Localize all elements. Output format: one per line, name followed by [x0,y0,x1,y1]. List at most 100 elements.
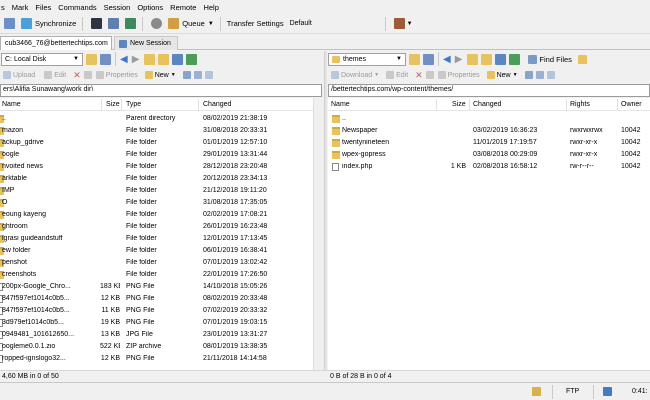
filter-icon[interactable] [423,53,434,65]
invert-selection-icon[interactable] [535,71,544,79]
file-row[interactable]: creenshots File folder 22/01/2019 17:26:50 [0,270,313,281]
column-owner[interactable]: Owner [621,101,642,108]
transfer-settings-select[interactable]: Default [287,17,381,30]
right-path[interactable]: /bettertechtips.com/wp-content/themes/ [328,84,650,97]
forward-arrow-icon[interactable]: ▶ [455,54,463,65]
file-row[interactable]: arktable File folder 20/12/2018 23:34:13 [0,174,313,185]
file-row[interactable]: ropped-ignslogo32... 12 KB PNG File 21/11/2… [0,354,313,365]
column-rights[interactable]: Rights [570,101,590,108]
file-row[interactable]: 3d979ef1014c0b5... 19 KB PNG File 07/01/201… [0,318,313,329]
properties-button[interactable]: Properties [437,71,480,79]
file-size: 12 KB [100,355,120,362]
filter-selection-icon[interactable] [204,71,213,79]
file-row[interactable]: IMP File folder 21/12/2018 19:11:20 [0,186,313,197]
file-row[interactable]: nvoited news File folder 28/12/2018 23:20:… [0,162,313,173]
column-changed[interactable]: Changed [203,101,231,108]
file-row[interactable]: Newspaper 03/02/2019 16:36:23 rwxrwxrwx 100… [328,126,650,137]
file-row[interactable]: 847f597ef1014c0b5... 11 KB PNG File 07/02/2… [0,306,313,317]
column-type[interactable]: Type [126,101,141,108]
home-icon[interactable] [172,53,184,65]
file-row[interactable]: igrasi guideandstuff File folder 12/01/201… [0,234,313,245]
new-button[interactable]: New ▼ [486,71,518,79]
queue-button[interactable]: Queue ▼ [166,16,215,32]
rename-icon[interactable] [425,71,434,79]
tab-new-session[interactable]: New Session [114,36,178,50]
open-folder-icon[interactable] [86,53,97,65]
file-row[interactable]: ackup_gdrive File folder 01/01/2019 12:57:… [0,138,313,149]
menu-item-options[interactable]: Options [137,3,163,12]
file-row[interactable]: ghtroom File folder 26/01/2019 16:23:48 [0,222,313,233]
menu-item-mark[interactable]: Mark [12,3,29,12]
filter-selection-icon[interactable] [546,71,555,79]
terminal-button[interactable] [123,16,138,32]
right-dir-select[interactable]: themes ▼ [328,52,406,66]
filter-icon[interactable] [100,53,111,65]
invert-selection-icon[interactable] [193,71,202,79]
refresh-icon[interactable] [186,53,198,65]
open-folder-icon[interactable] [409,53,420,65]
file-row[interactable]: ew folder File folder 06/01/2019 16:38:41 [0,246,313,257]
menu-item-files[interactable]: Files [35,3,51,12]
root-dir-icon[interactable] [158,53,170,65]
home-icon[interactable] [495,53,507,65]
parent-dir-icon[interactable] [467,53,479,65]
file-changed: 11/01/2019 17:19:57 [473,139,537,146]
tab-session[interactable]: cub3466_76@bettertechtips.com [0,36,112,50]
upload-button[interactable]: Upload [3,71,35,79]
file-row[interactable]: index.php 1 KB 02/08/2018 16:58:12 rw-r--r-… [328,162,650,173]
tree-icon[interactable] [577,54,587,64]
putty-button[interactable] [106,16,121,32]
left-scrollbar[interactable] [313,98,322,370]
delete-icon[interactable]: ✕ [73,70,81,81]
find-files-button[interactable]: Find Files [528,54,572,64]
file-row[interactable]: penshot File folder 07/01/2019 13:02:42 [0,258,313,269]
edit-button[interactable]: Edit [44,71,66,79]
select-all-icon[interactable] [524,71,533,79]
left-path[interactable]: ers\Alifia Sunawang\work dir\ [0,84,322,97]
file-row[interactable]: .. [328,114,650,125]
select-all-icon[interactable] [182,71,191,79]
back-arrow-icon[interactable]: ◀ [120,54,128,65]
forward-arrow-icon[interactable]: ▶ [132,54,140,65]
left-drive-select[interactable]: C: Local Disk ▼ [1,52,83,66]
file-row[interactable]: oogle File folder 29/01/2019 13:31:44 [0,150,313,161]
column-size[interactable]: Size [106,101,120,108]
refresh-icon[interactable] [509,53,521,65]
file-row[interactable]: 200px-Google_Chro... 183 KB PNG File 14/10/… [0,282,313,293]
rename-icon[interactable] [83,71,92,79]
menu-item-commands[interactable]: Commands [58,3,96,12]
file-row[interactable]: mazon File folder 31/08/2018 20:33:31 [0,126,313,137]
column-changed[interactable]: Changed [473,101,501,108]
file-row[interactable]: O File folder 31/08/2018 17:35:05 [0,198,313,209]
back-arrow-icon[interactable]: ◀ [443,54,451,65]
properties-button[interactable]: Properties [95,71,138,79]
file-row[interactable]: 847f597ef1014c0b5... 12 KB PNG File 08/02/2… [0,294,313,305]
pane-splitter[interactable] [324,51,327,382]
parent-dir-icon[interactable] [144,53,156,65]
preferences-button[interactable] [149,16,164,32]
menu-item-local[interactable]: s [1,3,5,12]
menu-item-help[interactable]: Help [203,3,218,12]
file-row[interactable]: twentynineteen 11/01/2019 17:19:57 rwxr-xr… [328,138,650,149]
column-name[interactable]: Name [2,101,21,108]
delete-icon[interactable]: ✕ [415,70,423,81]
right-selection-status: 0 B of 28 B in 0 of 4 [330,373,392,380]
edit-button[interactable]: Edit [386,71,408,79]
console-button[interactable] [89,16,104,32]
file-row[interactable]: oogleme0.0.1.zio 522 KB ZIP archive 08/01/2… [0,342,313,353]
file-row[interactable]: wpex-gopress 03/08/2018 00:29:09 rwxr-xr-x… [328,150,650,161]
file-row[interactable]: eoung kayeng File folder 02/02/2019 17:08:… [0,210,313,221]
menu-item-remote[interactable]: Remote [170,3,196,12]
column-name[interactable]: Name [331,101,350,108]
synchronize-button[interactable]: Synchronize [19,16,78,32]
new-button[interactable]: New ▼ [144,71,176,79]
file-row[interactable]: .. Parent directory 08/02/2019 21:38:19 [0,114,313,125]
root-dir-icon[interactable] [481,53,493,65]
column-size[interactable]: Size [452,101,466,108]
file-row[interactable]: 0949481_101612650... 13 KB JPG File 23/01/2… [0,330,313,341]
menu-item-session[interactable]: Session [104,3,131,12]
download-button[interactable]: Download ▼ [331,71,379,79]
transfer-options-button[interactable]: ▼ [392,16,415,32]
file-changed: 21/11/2018 14:14:58 [203,355,267,362]
compare-directories-button[interactable] [2,16,17,32]
